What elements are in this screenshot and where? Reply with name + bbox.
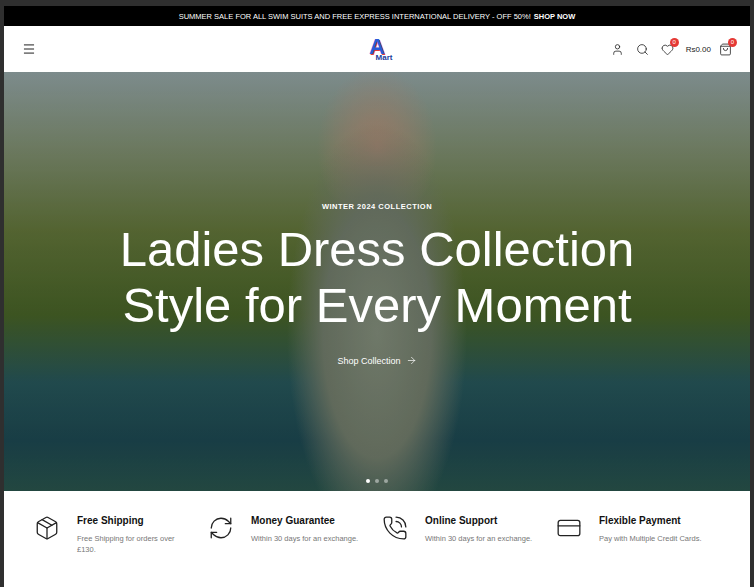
wishlist-button[interactable]: 0 — [661, 43, 674, 56]
slider-dot[interactable] — [384, 479, 388, 483]
feature-text: Within 30 days for an exchange. — [425, 533, 532, 544]
shipping-icon — [34, 515, 60, 541]
feature-title: Online Support — [425, 515, 532, 526]
feature-title: Free Shipping — [77, 515, 189, 526]
menu-icon[interactable] — [22, 42, 36, 56]
shop-collection-link[interactable]: Shop Collection — [337, 355, 416, 366]
feature-item: Free Shipping Free Shipping for orders ov… — [34, 515, 208, 556]
wishlist-badge: 0 — [670, 38, 679, 47]
search-icon[interactable] — [636, 43, 649, 56]
slider-dot[interactable] — [366, 479, 370, 483]
hero-eyebrow: WINTER 2024 COLLECTION — [322, 202, 432, 211]
hero-title: Style for Every Moment — [122, 277, 631, 333]
page: SUMMER SALE FOR ALL SWIM SUITS AND FREE … — [0, 0, 754, 587]
features-row: Free Shipping Free Shipping for orders ov… — [4, 491, 750, 587]
slider-dots — [366, 479, 388, 483]
announcement-bar: SUMMER SALE FOR ALL SWIM SUITS AND FREE … — [4, 6, 750, 26]
feature-item: Money Guarantee Within 30 days for an exc… — [208, 515, 382, 544]
hero-banner: WINTER 2024 COLLECTION Ladies Dress Colle… — [4, 72, 750, 491]
cart-total[interactable]: Rs0.00 — [686, 45, 711, 54]
logo-name: Mart — [376, 54, 393, 62]
feature-title: Money Guarantee — [251, 515, 358, 526]
payment-icon — [556, 515, 582, 541]
feature-text: Pay with Multiple Credit Cards. — [599, 533, 702, 544]
announcement-text: SUMMER SALE FOR ALL SWIM SUITS AND FREE … — [179, 12, 531, 21]
feature-title: Flexible Payment — [599, 515, 702, 526]
feature-item: Flexible Payment Pay with Multiple Credit… — [556, 515, 730, 544]
cart-button[interactable]: 0 — [719, 43, 732, 56]
feature-text: Within 30 days for an exchange. — [251, 533, 358, 544]
feature-text: Free Shipping for orders over £130. — [77, 533, 189, 556]
slider-dot[interactable] — [375, 479, 379, 483]
account-icon[interactable] — [611, 43, 624, 56]
arrow-right-icon — [406, 355, 417, 366]
logo[interactable]: AMart — [362, 36, 393, 62]
feature-item: Online Support Within 30 days for an exch… — [382, 515, 556, 544]
shop-now-link[interactable]: SHOP NOW — [534, 12, 576, 21]
support-icon — [382, 515, 408, 541]
header: AMart 0 Rs0.00 0 — [4, 26, 750, 72]
cart-badge: 0 — [728, 38, 737, 47]
money-icon — [208, 515, 234, 541]
hero-title: Ladies Dress Collection — [120, 221, 635, 277]
